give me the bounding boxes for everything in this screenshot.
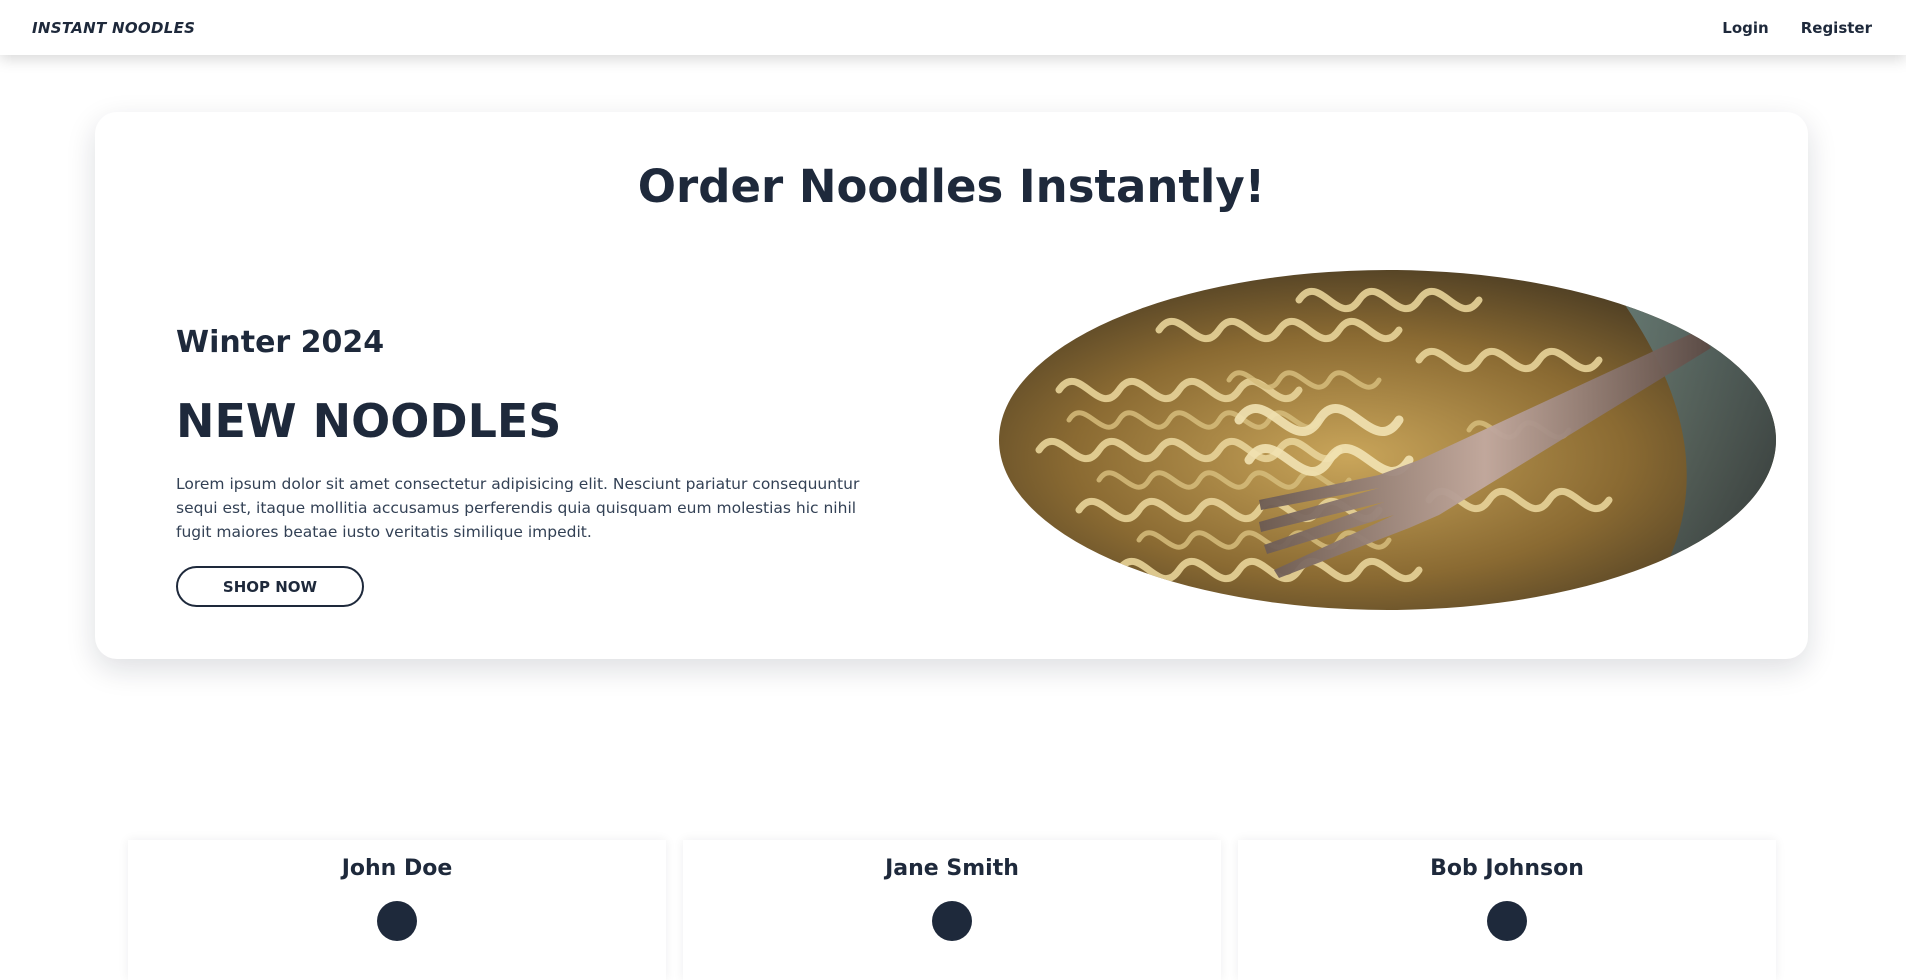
noodle-image — [999, 270, 1776, 610]
register-link[interactable]: Register — [1801, 19, 1872, 37]
testimonial-name: Jane Smith — [885, 856, 1019, 881]
testimonial-name: Bob Johnson — [1430, 856, 1584, 881]
login-link[interactable]: Login — [1722, 19, 1768, 37]
hero-description: Lorem ipsum dolor sit amet consectetur a… — [176, 475, 860, 541]
shop-now-button[interactable]: SHOP NOW — [176, 566, 364, 607]
avatar — [932, 901, 972, 941]
testimonial-card: Jane Smith — [683, 840, 1221, 980]
hero-title: Order Noodles Instantly! — [637, 160, 1266, 213]
brand-logo[interactable]: INSTANT NOODLES — [32, 19, 195, 37]
season-label: Winter 2024 — [176, 325, 385, 360]
testimonial-name: John Doe — [341, 856, 453, 881]
avatar — [1487, 901, 1527, 941]
testimonial-card: John Doe — [128, 840, 666, 980]
headline: NEW NOODLES — [176, 394, 562, 448]
hero-card: Order Noodles Instantly! Winter 2024 NEW… — [95, 112, 1808, 659]
testimonial-card: Bob Johnson — [1238, 840, 1776, 980]
navbar: INSTANT NOODLES Login Register — [0, 0, 1906, 55]
avatar — [377, 901, 417, 941]
nav-links: Login Register — [1722, 19, 1872, 37]
testimonials-section: John Doe Jane Smith Bob Johnson — [0, 840, 1906, 980]
